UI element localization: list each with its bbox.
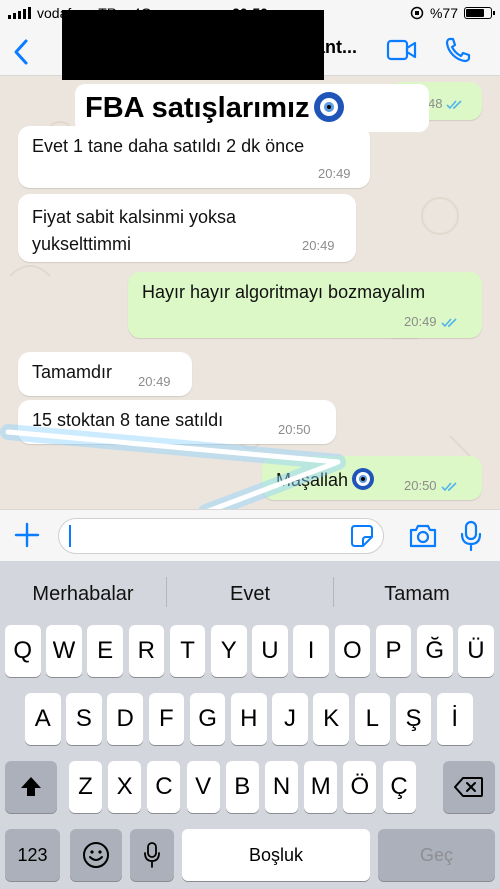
key-y[interactable]: Y: [211, 625, 247, 677]
key-f[interactable]: F: [148, 693, 185, 745]
message-time: 20:49: [404, 314, 437, 329]
message-composer: [0, 509, 500, 561]
key-ü[interactable]: Ü: [458, 625, 494, 677]
message-text: Hayır hayır algoritmayı bozmayalım: [142, 282, 426, 302]
voice-call-icon[interactable]: [444, 36, 472, 64]
dictation-key[interactable]: [130, 829, 174, 881]
sticker-icon[interactable]: [350, 524, 374, 548]
key-o[interactable]: O: [334, 625, 371, 677]
key-u[interactable]: U: [252, 625, 288, 677]
return-key[interactable]: Geç: [378, 829, 495, 881]
message-time: 20:49: [138, 374, 171, 389]
key-n[interactable]: N: [265, 761, 298, 813]
key-z[interactable]: Z: [69, 761, 102, 813]
suggestion-1[interactable]: Merhabalar: [0, 583, 166, 606]
camera-icon[interactable]: [408, 523, 438, 549]
key-t[interactable]: T: [169, 625, 206, 677]
message-bubble-incoming[interactable]: 15 stoktan 8 tane satıldı 20:50: [18, 400, 336, 444]
redaction-box: [62, 10, 324, 80]
numbers-key[interactable]: 123: [5, 829, 60, 881]
read-ticks-icon: [440, 482, 457, 492]
predictive-bar: Merhabalar Evet Tamam: [0, 561, 500, 623]
orientation-lock-icon: [410, 6, 424, 20]
message-bubble-incoming[interactable]: Fiyat sabit kalsinmi yoksa yukselttimmi 2…: [18, 194, 356, 262]
emoji-icon: [83, 842, 109, 868]
battery-fill: [466, 9, 485, 17]
ios-keyboard: Merhabalar Evet Tamam QWERTYUIOPĞÜ ASDFG…: [0, 561, 500, 889]
key-m[interactable]: M: [304, 761, 338, 813]
plus-icon[interactable]: [14, 522, 40, 548]
message-text: Evet 1 tane daha satıldı 2 dk önce: [32, 136, 305, 156]
chat-thread[interactable]: FBA satışlarımız 48 Evet 1 tane daha sat…: [0, 76, 500, 509]
key-q[interactable]: Q: [5, 625, 41, 677]
key-ğ[interactable]: Ğ: [417, 625, 453, 677]
evil-eye-icon: [352, 468, 375, 490]
emoji-key[interactable]: [70, 829, 122, 881]
video-call-icon[interactable]: [386, 38, 418, 62]
key-w[interactable]: W: [46, 625, 82, 677]
key-c[interactable]: C: [147, 761, 181, 813]
message-time: 20:49: [318, 166, 351, 181]
read-ticks-icon: [440, 318, 457, 328]
suggestion-3[interactable]: Tamam: [334, 583, 500, 606]
message-text: 15 stoktan 8 tane satıldı: [32, 410, 224, 430]
message-input[interactable]: [58, 518, 384, 554]
key-b[interactable]: B: [225, 761, 259, 813]
battery-percent: %77: [429, 5, 458, 21]
evil-eye-icon: [313, 92, 344, 122]
key-i[interactable]: I: [293, 625, 329, 677]
suggestion-2[interactable]: Evet: [167, 583, 333, 606]
microphone-icon: [144, 842, 160, 868]
caption-title: FBA satışlarımız: [85, 92, 310, 124]
key-g[interactable]: G: [189, 693, 226, 745]
key-i̇[interactable]: İ: [437, 693, 473, 745]
back-chevron-icon[interactable]: [12, 38, 30, 66]
key-a[interactable]: A: [25, 693, 61, 745]
key-r[interactable]: R: [128, 625, 165, 677]
message-bubble-incoming[interactable]: Evet 1 tane daha satıldı 2 dk önce 20:49: [18, 126, 370, 188]
key-h[interactable]: H: [231, 693, 267, 745]
message-text-line2: yukselttimmi: [32, 234, 132, 254]
key-k[interactable]: K: [313, 693, 349, 745]
text-caret: [69, 525, 71, 547]
message-text-line1: Fiyat sabit kalsinmi yoksa: [32, 207, 237, 227]
message-time: 20:50: [278, 422, 311, 437]
message-time: 48: [428, 96, 443, 111]
key-e[interactable]: E: [87, 625, 123, 677]
message-time: 20:49: [302, 238, 335, 253]
whatsapp-chat-screen: vodafone TR 4G 20:50 %77 iant...: [0, 0, 500, 889]
key-x[interactable]: X: [108, 761, 142, 813]
key-j[interactable]: J: [272, 693, 308, 745]
backspace-key[interactable]: [443, 761, 495, 813]
read-ticks-icon: [446, 100, 463, 110]
shift-key[interactable]: [5, 761, 57, 813]
message-text: Tamamdır: [32, 362, 113, 382]
message-bubble-outgoing[interactable]: Maşallah 20:50: [262, 456, 482, 500]
message-text: Maşallah: [276, 470, 349, 490]
key-p[interactable]: P: [375, 625, 412, 677]
key-s[interactable]: S: [66, 693, 102, 745]
caption-overlay: FBA satışlarımız: [75, 84, 429, 132]
battery-icon: [464, 7, 495, 19]
key-l[interactable]: L: [354, 693, 391, 745]
shift-icon: [21, 777, 41, 796]
key-v[interactable]: V: [186, 761, 220, 813]
space-key[interactable]: Boşluk: [182, 829, 370, 881]
message-bubble-outgoing[interactable]: Hayır hayır algoritmayı bozmayalım 20:49: [128, 272, 482, 338]
key-ö[interactable]: Ö: [343, 761, 377, 813]
key-ş[interactable]: Ş: [395, 693, 432, 745]
key-d[interactable]: D: [107, 693, 143, 745]
microphone-icon[interactable]: [460, 520, 482, 552]
key-ç[interactable]: Ç: [382, 761, 416, 813]
backspace-icon: [454, 777, 483, 797]
message-time: 20:50: [404, 478, 437, 493]
message-bubble-incoming[interactable]: Tamamdır 20:49: [18, 352, 192, 396]
